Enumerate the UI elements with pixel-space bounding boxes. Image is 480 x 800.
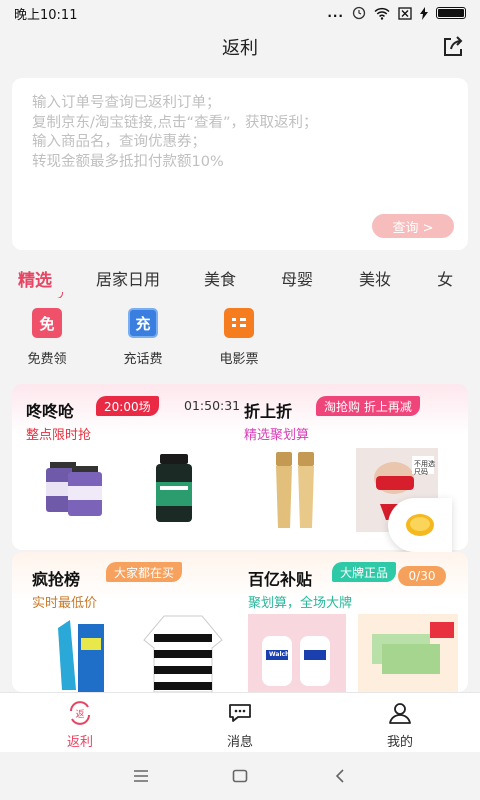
dongdong-card[interactable]: 咚咚呛 20:00场 01:50:31 整点限时抢 (12, 384, 240, 550)
tab-beauty[interactable]: 美妆 (359, 266, 391, 290)
svg-text:返: 返 (75, 708, 84, 720)
baiyi-badge: 大牌正品 (332, 562, 397, 582)
baiyi-subtitle: 聚划算，全场大牌 (248, 596, 353, 611)
phone-topup-label: 充话费 (123, 352, 163, 367)
nav-messages[interactable]: 消息 (200, 701, 280, 750)
nav-messages-label: 消息 (226, 735, 253, 750)
phone-topup-entry[interactable]: 充 充话费 (108, 308, 178, 367)
movie-ticket-icon (224, 308, 254, 338)
dongdong-subtitle: 整点限时抢 (26, 428, 92, 443)
page-title: 返利 (222, 38, 258, 59)
query-input-card[interactable]: 输入订单号查询已返利订单； 复制京东/淘宝链接,点击“查看”，获取返利； 输入商… (12, 78, 468, 250)
tab-jingxuan[interactable]: 精选 (18, 266, 63, 298)
walch-brand: Walch (269, 651, 290, 658)
home-icon[interactable] (232, 769, 248, 783)
free-claim-label: 免费领 (27, 352, 67, 367)
floating-coin-button[interactable] (388, 498, 452, 552)
zheshangzhe-subtitle: 精选聚划算 (244, 428, 310, 443)
fengqiang-card[interactable]: 疯抢榜 大家都在买 实时最低价 (12, 552, 240, 692)
fengqiang-subtitle: 实时最低价 (32, 596, 98, 611)
alarm-icon (352, 6, 366, 20)
header: 返利 (0, 26, 480, 68)
nav-profile[interactable]: 我的 (360, 701, 440, 750)
share-icon (444, 36, 463, 56)
baiyi-title: 百亿补贴 (248, 570, 313, 589)
dongdong-badge: 20:00场 (96, 396, 159, 416)
vitamin-bottle-image (156, 454, 192, 522)
system-nav-bar (0, 752, 480, 800)
menu-icon[interactable] (133, 769, 149, 783)
phone-topup-glyph: 充 (135, 314, 151, 333)
charging-icon (420, 6, 428, 20)
tab-baby[interactable]: 母婴 (281, 266, 313, 290)
battery-icon (436, 7, 466, 19)
size-tag: 不用选尺码 (414, 460, 435, 476)
nav-rebate[interactable]: 返 返利 (40, 701, 120, 750)
profile-icon (389, 703, 411, 724)
dongdong-title: 咚咚呛 (26, 402, 75, 421)
status-bar: 晚上10:11 ... (0, 0, 480, 26)
dongdong-countdown: 01:50:31 (184, 398, 241, 413)
rebate-icon: 返 (70, 701, 90, 725)
tissue-pack-image (358, 614, 458, 692)
message-icon (229, 704, 251, 722)
query-button[interactable]: 查询 > (372, 214, 454, 238)
free-icon-glyph: 免 (39, 314, 55, 333)
coin-icon (406, 514, 434, 536)
sim-x-icon (398, 6, 412, 20)
status-icons: ... (327, 6, 466, 20)
zheshangzhe-badge: 淘抢购 折上再减 (316, 396, 420, 416)
category-tabs: 精选 居家日用 美食 母婴 美妆 女 (0, 258, 480, 298)
phone-topup-icon: 充 (128, 308, 158, 338)
task-progress-badge: 0/30 (398, 566, 446, 586)
query-hint-1: 输入订单号查询已返利订单； (32, 95, 221, 111)
quick-entries: 免 免费领 充 充话费 电影票 (0, 308, 480, 378)
more-dots-icon: ... (327, 6, 344, 20)
free-icon: 免 (32, 308, 62, 338)
supplement-bottles-image (46, 462, 102, 516)
fengqiang-badge: 大家都在买 (106, 562, 183, 582)
movie-ticket-label: 电影票 (219, 352, 259, 367)
wifi-icon (374, 7, 390, 20)
back-icon[interactable] (334, 768, 346, 784)
glue-tube-image (58, 620, 104, 692)
status-time: 晚上10:11 (14, 7, 78, 23)
nav-rebate-label: 返利 (66, 735, 93, 750)
query-hint-4: 转现金额最多抵扣付款额10% (32, 153, 224, 170)
share-button[interactable] (440, 34, 466, 60)
query-hint-2: 复制京东/淘宝链接,点击“查看”，获取返利； (32, 114, 318, 131)
zheshangzhe-title: 折上折 (244, 402, 293, 421)
movie-ticket-entry[interactable]: 电影票 (204, 308, 274, 367)
handwash-image (248, 614, 346, 692)
fengqiang-title: 疯抢榜 (32, 570, 81, 589)
query-hint-3: 输入商品名，查询优惠券； (32, 134, 206, 150)
free-claim-entry[interactable]: 免 免费领 (12, 308, 82, 367)
nav-profile-label: 我的 (386, 735, 413, 750)
cosmetic-tubes-image (276, 452, 314, 528)
striped-sweater-image (143, 615, 223, 692)
tab-women[interactable]: 女 (437, 266, 453, 290)
tab-food[interactable]: 美食 (204, 266, 236, 290)
bottom-nav: 返 返利 消息 我的 (0, 692, 480, 752)
tab-home-goods[interactable]: 居家日用 (96, 266, 160, 290)
